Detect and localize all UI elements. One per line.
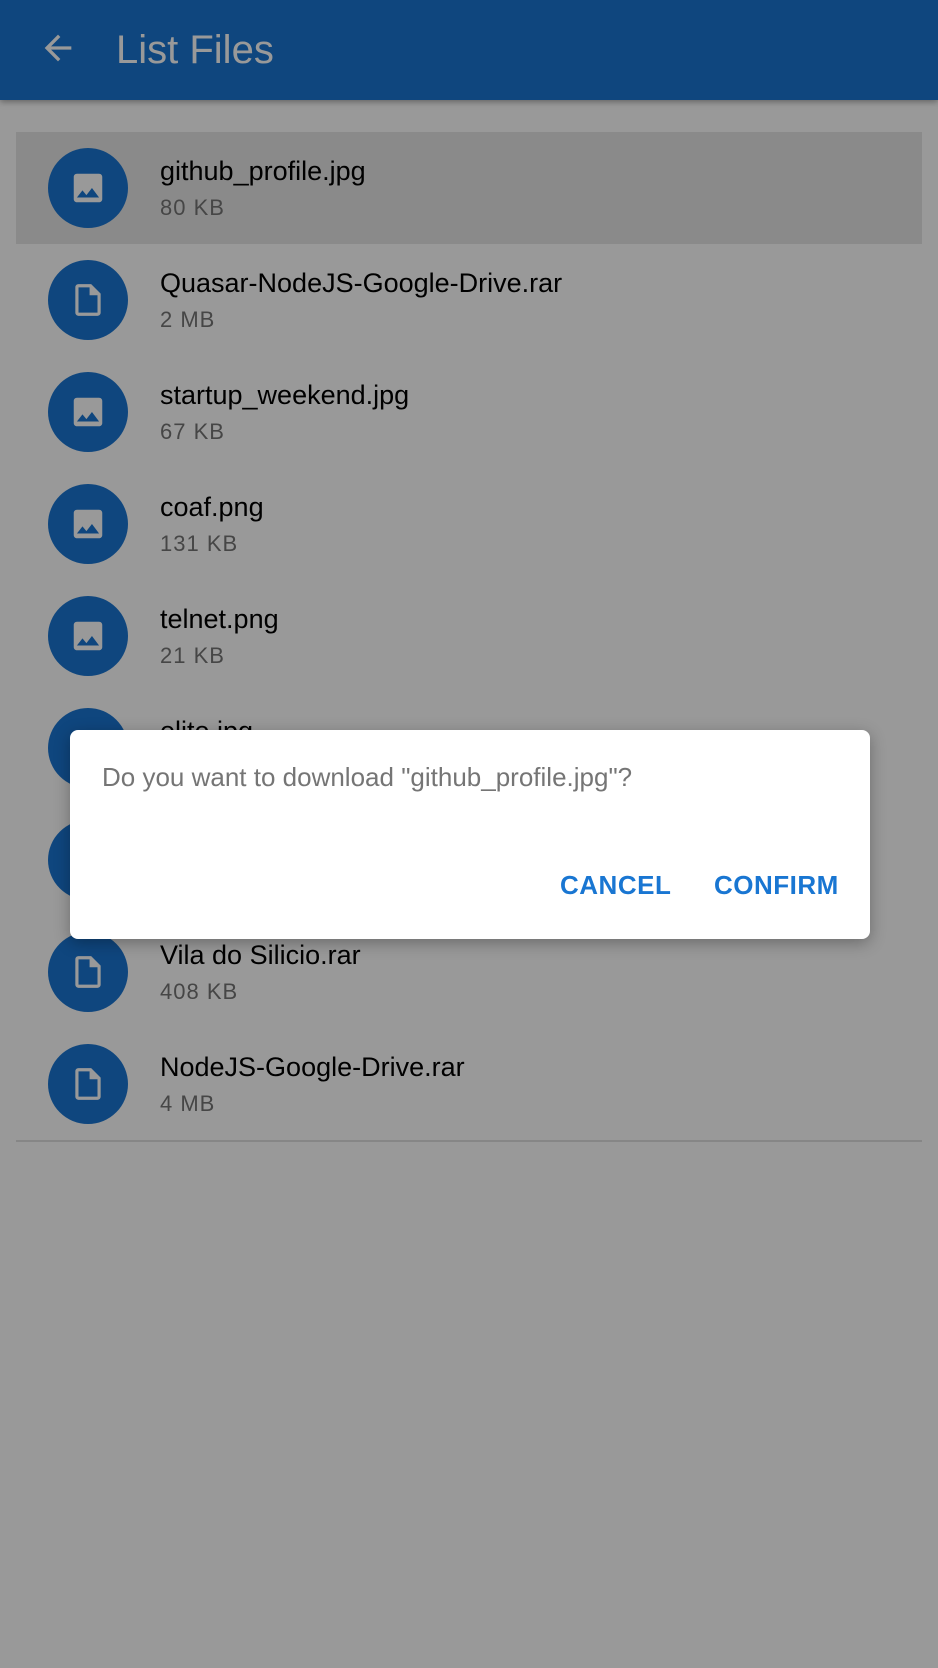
confirm-button[interactable]: CONFIRM bbox=[706, 860, 847, 910]
download-confirm-dialog: Do you want to download "github_profile.… bbox=[70, 730, 870, 939]
cancel-button[interactable]: CANCEL bbox=[552, 860, 679, 910]
app-screen: List Files github_profile.jpg 80 KB Quasar… bbox=[0, 0, 938, 1668]
dialog-message: Do you want to download "github_profile.… bbox=[102, 762, 633, 792]
